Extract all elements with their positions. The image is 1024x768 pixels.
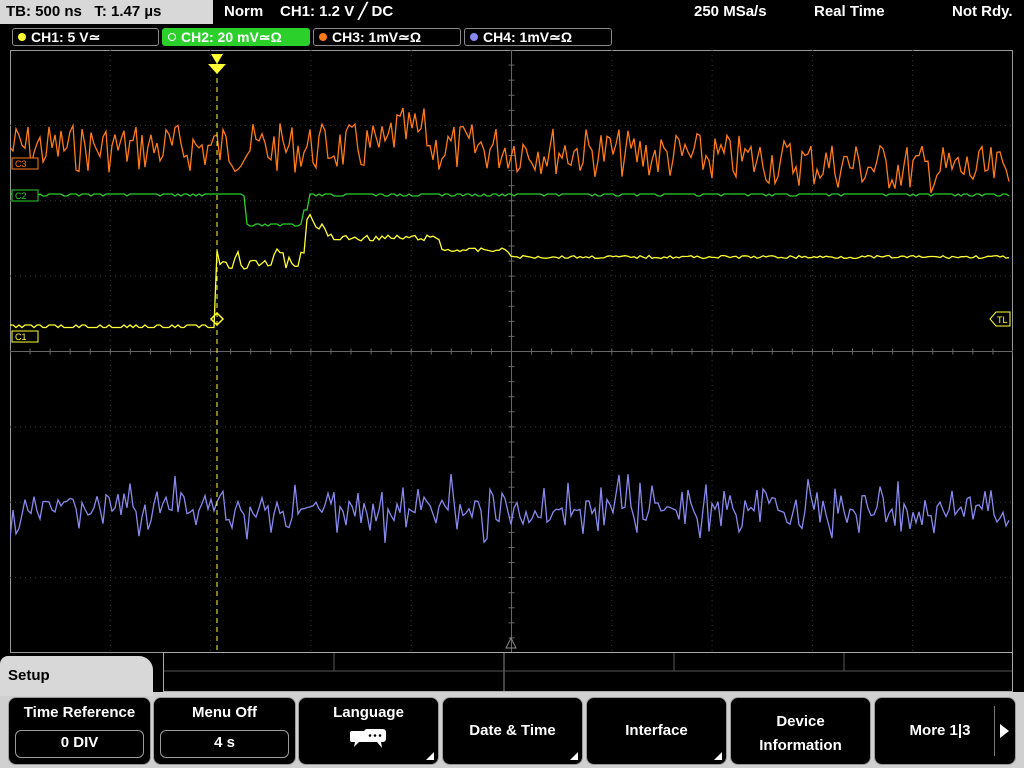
- waveform-canvas[interactable]: C3 C2 C1 TL: [10, 50, 1013, 653]
- ch1-marker[interactable]: C1: [11, 330, 39, 343]
- device-information-label-line2: Information: [759, 737, 842, 754]
- ch3-color-dot: [319, 33, 327, 41]
- menu-off-button[interactable]: Menu Off 4 s: [153, 697, 296, 765]
- language-button[interactable]: Language: [298, 697, 439, 765]
- date-time-label: Date & Time: [469, 722, 556, 739]
- next-page-arrow-icon: [1000, 724, 1009, 738]
- tab-ch1[interactable]: CH1: 5 V≃: [12, 28, 159, 46]
- tab-ch3[interactable]: CH3: 1mV≃Ω: [313, 28, 461, 46]
- time-reference-value: 0 DIV: [15, 730, 144, 758]
- tab-ch4[interactable]: CH4: 1mV≃Ω: [464, 28, 612, 46]
- device-information-button[interactable]: Device Information: [730, 697, 871, 765]
- ch1-trace: [10, 213, 1010, 329]
- trigger-state: Not Rdy.: [952, 3, 1013, 20]
- ch1-label: CH1: 5 V≃: [31, 29, 101, 45]
- ch2-marker[interactable]: C2: [11, 189, 39, 202]
- language-label: Language: [333, 704, 404, 721]
- time-reference-label: Time Reference: [23, 704, 136, 721]
- trigger-mode: Norm: [224, 3, 264, 20]
- trigger-level-marker[interactable]: TL: [989, 311, 1011, 327]
- menu-off-label: Menu Off: [192, 704, 257, 721]
- time-reference-button[interactable]: Time Reference 0 DIV: [8, 697, 151, 765]
- time-offset-value: T: 1.47 µs: [94, 3, 162, 20]
- menu-off-value: 4 s: [160, 730, 289, 758]
- interface-button[interactable]: Interface: [586, 697, 727, 765]
- ch1-color-dot: [18, 33, 26, 41]
- svg-text:C2: C2: [15, 191, 27, 201]
- ch4-label: CH4: 1mV≃Ω: [483, 29, 573, 45]
- graticule: [10, 50, 1013, 653]
- ch2-color-dot: [168, 33, 176, 41]
- trigger-arrow-icon: [208, 64, 226, 74]
- sample-rate: 250 MSa/s: [694, 3, 767, 20]
- speech-bubbles-icon: [350, 729, 386, 748]
- ch2-label: CH2: 20 mV≃Ω: [181, 29, 282, 45]
- menu-title: Setup: [0, 656, 153, 696]
- ch4-color-dot: [470, 33, 478, 41]
- more-button[interactable]: More 1|3: [874, 697, 1016, 765]
- submenu-corner-icon: [570, 752, 578, 760]
- ch2-trace: [10, 193, 1010, 227]
- ch3-marker[interactable]: C3: [11, 157, 39, 170]
- trigger-position-marker-icon[interactable]: [211, 54, 223, 64]
- svg-text:C3: C3: [15, 159, 27, 169]
- trigger-info: CH1: 1.2 V ╱ DC: [280, 3, 394, 20]
- submenu-corner-icon: [714, 752, 722, 760]
- interface-label: Interface: [625, 722, 688, 739]
- timebase-readout[interactable]: TB: 500 ns T: 1.47 µs: [0, 0, 213, 24]
- overview-bar[interactable]: [163, 652, 1013, 692]
- more-separator: [994, 706, 995, 756]
- ch3-label: CH3: 1mV≃Ω: [332, 29, 422, 45]
- device-information-label-line1: Device: [776, 713, 825, 730]
- submenu-corner-icon: [426, 752, 434, 760]
- timebase-value: TB: 500 ns: [6, 3, 82, 20]
- acquisition-mode: Real Time: [814, 3, 885, 20]
- ch3-trace: [10, 107, 1010, 194]
- svg-text:TL: TL: [997, 315, 1008, 325]
- svg-text:C1: C1: [15, 332, 27, 342]
- tab-ch2[interactable]: CH2: 20 mV≃Ω: [162, 28, 310, 46]
- date-time-button[interactable]: Date & Time: [442, 697, 583, 765]
